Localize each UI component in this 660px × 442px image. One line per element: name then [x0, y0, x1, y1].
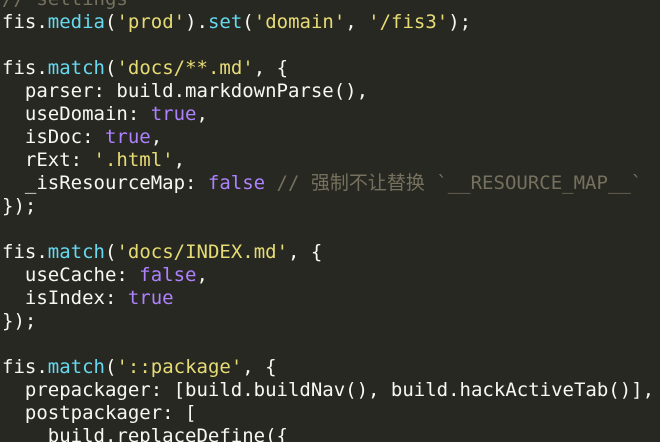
code-token: , { — [288, 241, 323, 263]
code-token: postpackager: [ — [2, 402, 197, 424]
code-line[interactable]: fis.match('::package', { — [2, 356, 654, 379]
code-token: 'docs/INDEX.md' — [116, 241, 289, 263]
code-line[interactable]: useDomain: true, — [2, 103, 654, 126]
code-token: '/fis3' — [368, 11, 449, 33]
code-line[interactable]: prepackager: [build.buildNav(), build.ha… — [2, 379, 654, 402]
code-line[interactable]: build.replaceDefine({ — [2, 425, 654, 442]
code-token: true — [104, 126, 151, 148]
code-line[interactable] — [2, 218, 654, 241]
code-token: , — [196, 264, 208, 286]
code-token: ). — [185, 11, 208, 33]
code-token: set — [207, 11, 243, 33]
code-token: useCache: — [2, 264, 140, 286]
code-line[interactable]: rExt: '.html', — [2, 149, 654, 172]
code-line[interactable]: fis.match('docs/**.md', { — [2, 57, 654, 80]
code-token: fis — [2, 241, 37, 263]
code-token: , — [345, 11, 369, 33]
code-line[interactable] — [2, 34, 654, 57]
code-token: 'domain' — [253, 11, 346, 33]
code-token: ( — [104, 57, 117, 79]
code-line[interactable]: postpackager: [ — [2, 402, 654, 425]
code-token: match — [47, 241, 105, 263]
code-line[interactable]: }); — [2, 195, 654, 218]
code-token: . — [36, 241, 48, 263]
code-token: useDomain: — [2, 103, 151, 125]
code-line[interactable]: }); — [2, 310, 654, 333]
code-token: , { — [253, 57, 289, 79]
code-token: match — [47, 57, 105, 79]
code-token: , — [173, 149, 186, 171]
code-token: . — [36, 11, 48, 33]
code-token: media — [47, 11, 105, 33]
code-token: ( — [242, 11, 254, 33]
code-token: , — [150, 126, 163, 148]
code-token: _isResourceMap: — [2, 172, 208, 194]
code-token: prepackager: [build.buildNav(), build.ha… — [2, 379, 655, 401]
code-line[interactable]: isDoc: true, — [2, 126, 654, 149]
code-token: // 强制不让替换 `__RESOURCE_MAP__` — [265, 172, 643, 194]
code-token: build.replaceDefine({ — [2, 425, 288, 442]
code-token: true — [150, 103, 197, 125]
code-token: ); — [448, 11, 472, 33]
code-token: . — [36, 57, 48, 79]
code-token: false — [139, 264, 197, 286]
code-editor[interactable]: // settingsfis.media('prod').set('domain… — [0, 0, 660, 442]
code-token: '.html' — [93, 149, 174, 171]
code-token: }); — [2, 195, 37, 217]
code-token: parser: build.markdownParse(), — [2, 80, 369, 102]
code-line[interactable]: isIndex: true — [2, 287, 654, 310]
code-token: fis — [2, 11, 37, 33]
code-token: true — [127, 287, 174, 309]
code-token: , — [196, 103, 208, 125]
code-line[interactable]: fis.media('prod').set('domain', '/fis3')… — [2, 11, 654, 34]
code-line[interactable]: parser: build.markdownParse(), — [2, 80, 654, 103]
code-token: isIndex: — [2, 287, 128, 309]
code-line[interactable]: useCache: false, — [2, 264, 654, 287]
code-token: fis — [2, 356, 37, 378]
code-token: ( — [104, 11, 117, 33]
code-token: false — [207, 172, 266, 194]
code-token: match — [47, 356, 105, 378]
code-token: , { — [242, 356, 277, 378]
code-token: ( — [104, 241, 117, 263]
code-token: . — [36, 356, 48, 378]
code-token: isDoc: — [2, 126, 105, 148]
code-line[interactable] — [2, 333, 654, 356]
code-token: }); — [2, 310, 37, 332]
code-token: fis — [2, 57, 37, 79]
code-line[interactable]: fis.match('docs/INDEX.md', { — [2, 241, 654, 264]
code-line[interactable]: // settings — [2, 0, 654, 11]
code-token: ( — [104, 356, 117, 378]
code-token: '::package' — [116, 356, 243, 378]
code-line[interactable]: _isResourceMap: false // 强制不让替换 `__RESOU… — [2, 172, 654, 195]
code-token: 'docs/**.md' — [116, 57, 254, 79]
code-token: 'prod' — [116, 11, 186, 33]
code-content[interactable]: // settingsfis.media('prod').set('domain… — [2, 0, 654, 442]
code-token: rExt: — [2, 149, 94, 171]
code-token: // settings — [2, 0, 128, 10]
